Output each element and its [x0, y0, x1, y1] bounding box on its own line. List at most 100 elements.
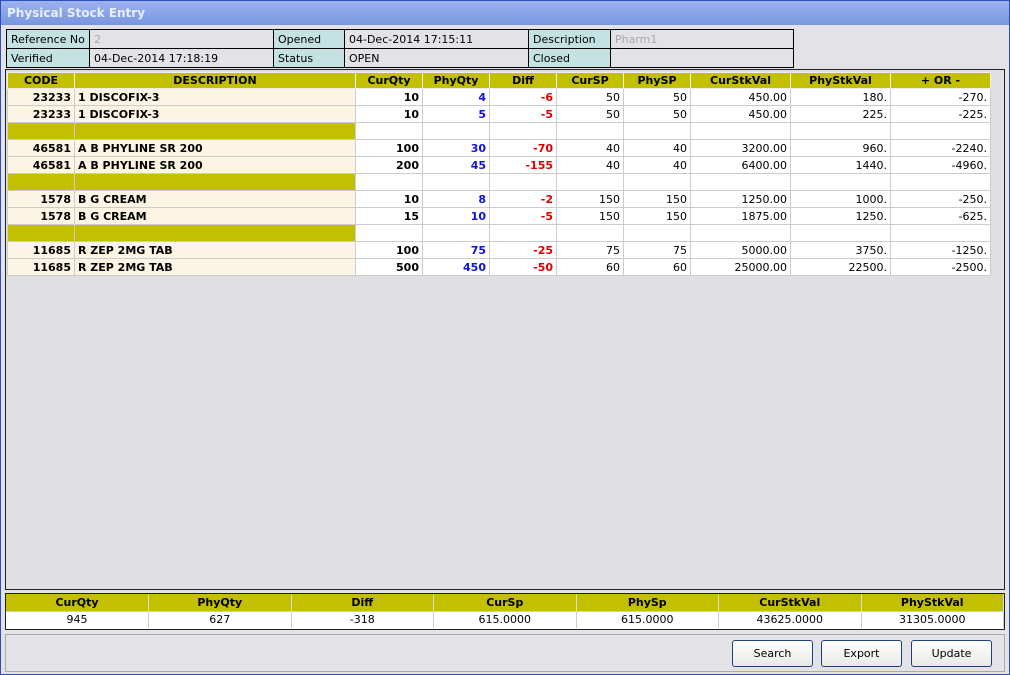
cell-code[interactable]: 23233: [7, 88, 75, 106]
cell-physp[interactable]: 50: [623, 105, 691, 123]
cell-phyqty[interactable]: [422, 224, 490, 242]
cell-desc[interactable]: [74, 173, 356, 191]
cell-phyqty[interactable]: 10: [422, 207, 490, 225]
table-row[interactable]: 1578 B G CREAM 15 10 -5 150 150 1875.00 1250. -62…: [7, 207, 991, 225]
cell-curstk[interactable]: 1875.00: [690, 207, 791, 225]
cell-code[interactable]: 46581: [7, 139, 75, 157]
table-row[interactable]: 23233 1 DISCOFIX-3 10 4 -6 50 50 450.00 180. -270…: [7, 88, 991, 106]
cell-desc[interactable]: 1 DISCOFIX-3: [74, 105, 356, 123]
cell-curstk[interactable]: 6400.00: [690, 156, 791, 174]
cell-phyqty[interactable]: 450: [422, 258, 490, 276]
column-header[interactable]: CODE: [7, 72, 75, 89]
table-row[interactable]: 1578 B G CREAM 10 8 -2 150 150 1250.00 1000. -250…: [7, 190, 991, 208]
cell-curstk[interactable]: 25000.00: [690, 258, 791, 276]
cell-phyqty[interactable]: [422, 173, 490, 191]
cell-cursp[interactable]: [556, 122, 624, 140]
cell-pm[interactable]: -2500.: [890, 258, 991, 276]
cell-cursp[interactable]: 40: [556, 139, 624, 157]
column-header[interactable]: + OR -: [890, 72, 991, 89]
cell-phystk[interactable]: 22500.: [790, 258, 891, 276]
cell-physp[interactable]: 50: [623, 88, 691, 106]
cell-cursp[interactable]: 150: [556, 190, 624, 208]
group-row[interactable]: [7, 224, 991, 242]
cell-diff[interactable]: -5: [489, 207, 557, 225]
cell-curstk[interactable]: 5000.00: [690, 241, 791, 259]
column-header[interactable]: CurSP: [556, 72, 624, 89]
cell-curstk[interactable]: 450.00: [690, 105, 791, 123]
cell-pm[interactable]: [890, 122, 991, 140]
cell-diff[interactable]: -50: [489, 258, 557, 276]
cell-phystk[interactable]: 3750.: [790, 241, 891, 259]
cell-physp[interactable]: [623, 122, 691, 140]
cell-cursp[interactable]: 40: [556, 156, 624, 174]
cell-phyqty[interactable]: [422, 122, 490, 140]
group-row[interactable]: [7, 173, 991, 191]
cell-curqty[interactable]: 500: [355, 258, 423, 276]
group-row[interactable]: [7, 122, 991, 140]
status-value[interactable]: OPEN: [344, 48, 529, 68]
cell-desc[interactable]: A B PHYLINE SR 200: [74, 156, 356, 174]
cell-diff[interactable]: -70: [489, 139, 557, 157]
cell-curqty[interactable]: 15: [355, 207, 423, 225]
cell-cursp[interactable]: 75: [556, 241, 624, 259]
cell-pm[interactable]: -625.: [890, 207, 991, 225]
cell-physp[interactable]: 75: [623, 241, 691, 259]
cell-curqty[interactable]: 10: [355, 190, 423, 208]
cell-phyqty[interactable]: 4: [422, 88, 490, 106]
cell-desc[interactable]: A B PHYLINE SR 200: [74, 139, 356, 157]
cell-phystk[interactable]: 1250.: [790, 207, 891, 225]
cell-diff[interactable]: [489, 224, 557, 242]
cell-code[interactable]: 23233: [7, 105, 75, 123]
cell-physp[interactable]: 40: [623, 156, 691, 174]
cell-cursp[interactable]: 150: [556, 207, 624, 225]
cell-diff[interactable]: -2: [489, 190, 557, 208]
cell-curstk[interactable]: [690, 173, 791, 191]
search-button[interactable]: Search: [732, 640, 813, 667]
cell-physp[interactable]: [623, 173, 691, 191]
column-header[interactable]: PhyStkVal: [790, 72, 891, 89]
cell-pm[interactable]: -250.: [890, 190, 991, 208]
cell-curqty[interactable]: 200: [355, 156, 423, 174]
cell-physp[interactable]: [623, 224, 691, 242]
cell-phyqty[interactable]: 45: [422, 156, 490, 174]
cell-curstk[interactable]: [690, 224, 791, 242]
cell-phyqty[interactable]: 8: [422, 190, 490, 208]
cell-cursp[interactable]: 50: [556, 88, 624, 106]
cell-curqty[interactable]: 10: [355, 105, 423, 123]
cell-curqty[interactable]: [355, 224, 423, 242]
cell-phystk[interactable]: 960.: [790, 139, 891, 157]
table-row[interactable]: 11685 R ZEP 2MG TAB 100 75 -25 75 75 5000.00 375…: [7, 241, 991, 259]
update-button[interactable]: Update: [911, 640, 992, 667]
cell-physp[interactable]: 60: [623, 258, 691, 276]
cell-physp[interactable]: 150: [623, 207, 691, 225]
cell-code[interactable]: 11685: [7, 241, 75, 259]
column-header[interactable]: CurQty: [355, 72, 423, 89]
export-button[interactable]: Export: [821, 640, 902, 667]
cell-physp[interactable]: 150: [623, 190, 691, 208]
cell-diff[interactable]: -5: [489, 105, 557, 123]
cell-desc[interactable]: B G CREAM: [74, 190, 356, 208]
cell-curstk[interactable]: 450.00: [690, 88, 791, 106]
cell-phystk[interactable]: 180.: [790, 88, 891, 106]
cell-curstk[interactable]: 3200.00: [690, 139, 791, 157]
cell-desc[interactable]: [74, 224, 356, 242]
table-row[interactable]: 46581 A B PHYLINE SR 200 100 30 -70 40 40 3200.…: [7, 139, 991, 157]
cell-pm[interactable]: -225.: [890, 105, 991, 123]
cell-curqty[interactable]: 10: [355, 88, 423, 106]
cell-cursp[interactable]: 50: [556, 105, 624, 123]
cell-code[interactable]: 46581: [7, 156, 75, 174]
cell-cursp[interactable]: [556, 224, 624, 242]
cell-phyqty[interactable]: 30: [422, 139, 490, 157]
opened-value[interactable]: 04-Dec-2014 17:15:11: [344, 29, 529, 49]
cell-code[interactable]: [7, 224, 75, 242]
cell-curqty[interactable]: 100: [355, 241, 423, 259]
table-row[interactable]: 46581 A B PHYLINE SR 200 200 45 -155 40 40 6400…: [7, 156, 991, 174]
column-header[interactable]: DESCRIPTION: [74, 72, 356, 89]
cell-phystk[interactable]: [790, 173, 891, 191]
cell-physp[interactable]: 40: [623, 139, 691, 157]
cell-pm[interactable]: -2240.: [890, 139, 991, 157]
cell-cursp[interactable]: [556, 173, 624, 191]
cell-pm[interactable]: [890, 224, 991, 242]
verified-value[interactable]: 04-Dec-2014 17:18:19: [89, 48, 274, 68]
cell-curqty[interactable]: 100: [355, 139, 423, 157]
